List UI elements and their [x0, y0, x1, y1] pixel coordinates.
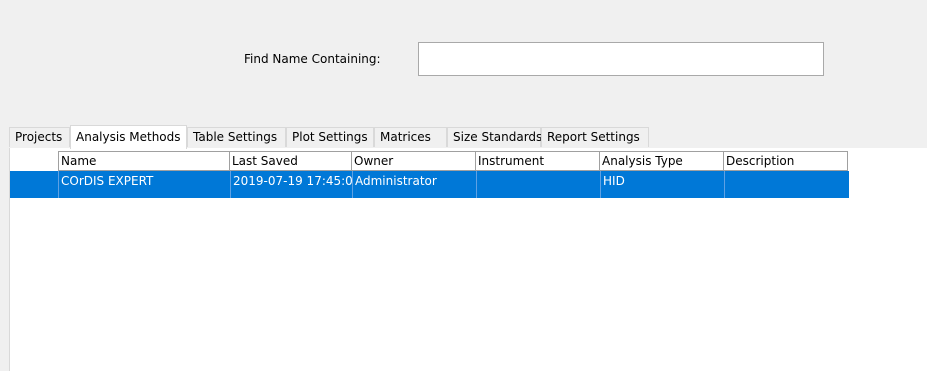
tab-bar: Projects Analysis Methods Table Settings… — [9, 125, 927, 149]
column-header-analysis-type[interactable]: Analysis Type — [600, 151, 724, 171]
tab-matrices[interactable]: Matrices — [374, 127, 447, 147]
find-name-input[interactable] — [418, 42, 824, 76]
tab-plot-settings[interactable]: Plot Settings — [286, 127, 374, 147]
tab-analysis-methods[interactable]: Analysis Methods — [70, 125, 187, 149]
tab-projects[interactable]: Projects — [9, 127, 70, 147]
column-header-last-saved[interactable]: Last Saved — [230, 151, 352, 171]
table-row[interactable]: COrDIS EXPERT 2019-07-19 17:45:0 Adminis… — [10, 171, 849, 198]
tab-size-standards[interactable]: Size Standards — [447, 127, 542, 147]
column-header-owner[interactable]: Owner — [352, 151, 476, 171]
find-name-label: Find Name Containing: — [244, 52, 381, 66]
column-header-instrument[interactable]: Instrument — [476, 151, 600, 171]
column-header-name[interactable]: Name — [58, 151, 230, 171]
row-header-cell — [10, 171, 59, 198]
cell-instrument — [477, 171, 601, 198]
cell-last-saved: 2019-07-19 17:45:0 — [231, 171, 353, 198]
cell-analysis-type: HID — [601, 171, 725, 198]
analysis-methods-panel: Name Last Saved Owner Instrument Analysi… — [9, 148, 927, 371]
tab-report-settings[interactable]: Report Settings — [541, 127, 649, 147]
column-header-description[interactable]: Description — [724, 151, 848, 171]
cell-owner: Administrator — [353, 171, 477, 198]
cell-name: COrDIS EXPERT — [59, 171, 231, 198]
cell-description — [725, 171, 849, 198]
tab-table-settings[interactable]: Table Settings — [187, 127, 286, 147]
